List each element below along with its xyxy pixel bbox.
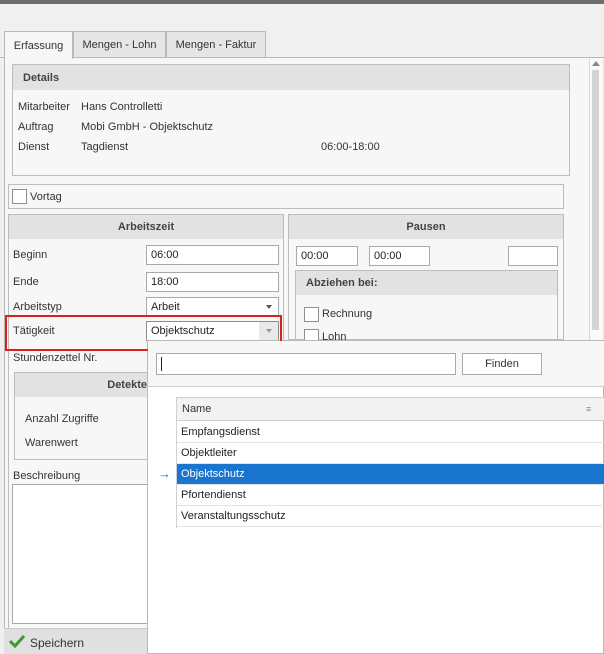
list-item[interactable]: Objektleiter	[176, 443, 604, 464]
ende-label: Ende	[13, 276, 39, 288]
list-item[interactable]: Veranstaltungsschutz	[176, 506, 604, 527]
tab-label: Mengen - Lohn	[82, 39, 157, 51]
pause-start-value: 00:00	[301, 250, 329, 262]
beginn-input[interactable]: 06:00	[146, 245, 279, 265]
tab-label: Erfassung	[13, 39, 64, 52]
ende-value: 18:00	[151, 276, 179, 288]
mitarbeiter-value: Hans Controlletti	[81, 101, 163, 113]
detekt-header: Detekte	[15, 373, 157, 397]
pause-end-value: 00:00	[374, 250, 402, 262]
details-group: Details	[12, 64, 570, 176]
name-column-header[interactable]: Name	[176, 397, 604, 421]
arbeitstyp-label: Arbeitstyp	[13, 301, 62, 313]
list-item-label: Veranstaltungsschutz	[181, 510, 286, 522]
list-item[interactable]: Empfangsdienst	[176, 422, 604, 443]
current-row-arrow-icon: →	[158, 466, 171, 481]
tab-erfassung[interactable]: Erfassung	[4, 31, 73, 59]
find-button[interactable]: Finden	[462, 353, 542, 375]
arbeitszeit-title: Arbeitszeit	[117, 221, 175, 233]
dienst-time: 06:00-18:00	[321, 141, 380, 153]
rechnung-checkbox[interactable]	[304, 307, 319, 322]
arbeitstyp-chevron-down-icon[interactable]	[266, 305, 272, 309]
beginn-label: Beginn	[13, 249, 48, 261]
pausen-title: Pausen	[406, 221, 446, 233]
arbeitstyp-select[interactable]: Arbeit	[146, 297, 279, 317]
pause-extra-input[interactable]	[508, 246, 558, 266]
tab-label: Mengen - Faktur	[175, 39, 257, 51]
column-filter-icon[interactable]: ≡	[586, 404, 591, 414]
rechnung-label: Rechnung	[322, 308, 373, 320]
list-item-selected[interactable]: Objektschutz	[176, 464, 604, 485]
abziehen-group: Abziehen bei:	[295, 270, 558, 340]
ende-input[interactable]: 18:00	[146, 272, 279, 292]
auftrag-label: Auftrag	[18, 121, 54, 133]
list-item-label: Empfangsdienst	[181, 426, 260, 438]
save-label[interactable]: Speichern	[30, 636, 84, 650]
tab-mengen-lohn[interactable]: Mengen - Lohn	[73, 31, 166, 58]
tab-mengen-faktur[interactable]: Mengen - Faktur	[166, 31, 266, 58]
mitarbeiter-label: Mitarbeiter	[18, 101, 70, 113]
save-button[interactable]	[8, 634, 26, 649]
beschreibung-textarea[interactable]	[12, 484, 152, 624]
abziehen-header: Abziehen bei:	[296, 271, 557, 295]
detekt-title: Detekte	[107, 379, 147, 391]
details-header: Details	[13, 65, 569, 90]
dienst-value: Tagdienst	[81, 141, 129, 153]
pause-start-input[interactable]: 00:00	[296, 246, 358, 266]
arbeitstyp-value: Arbeit	[151, 301, 180, 313]
list-item-label: Pfortendienst	[181, 489, 246, 501]
dienst-label: Dienst	[18, 141, 50, 153]
vortag-row	[8, 184, 564, 209]
list-item[interactable]: Pfortendienst	[176, 485, 604, 506]
text-cursor	[161, 357, 162, 371]
vortag-label: Vortag	[30, 191, 62, 203]
scroll-thumb[interactable]	[592, 70, 599, 330]
scroll-up-icon[interactable]	[592, 61, 600, 66]
name-column-label: Name	[182, 403, 212, 415]
popup-search-input[interactable]	[156, 353, 456, 375]
beginn-value: 06:00	[151, 249, 179, 261]
find-label: Finden	[485, 358, 519, 370]
beschreibung-label: Beschreibung	[13, 470, 81, 482]
warenwert-label: Warenwert	[25, 437, 78, 449]
vortag-checkbox[interactable]	[12, 189, 27, 204]
grid-indicator-border	[176, 397, 177, 528]
pausen-header: Pausen	[289, 215, 563, 239]
pause-end-input[interactable]: 00:00	[369, 246, 430, 266]
window-top-bar	[0, 0, 604, 4]
abziehen-title: Abziehen bei:	[306, 277, 378, 289]
arbeitszeit-header: Arbeitszeit	[9, 215, 283, 239]
list-item-label: Objektschutz	[181, 468, 245, 480]
list-item-label: Objektleiter	[181, 447, 237, 459]
check-icon	[8, 634, 26, 649]
stundenzettel-label: Stundenzettel Nr.	[13, 352, 98, 364]
details-title: Details	[23, 71, 60, 84]
auftrag-value: Mobi GmbH - Objektschutz	[81, 121, 214, 133]
zugriffe-label: Anzahl Zugriffe	[25, 413, 99, 425]
